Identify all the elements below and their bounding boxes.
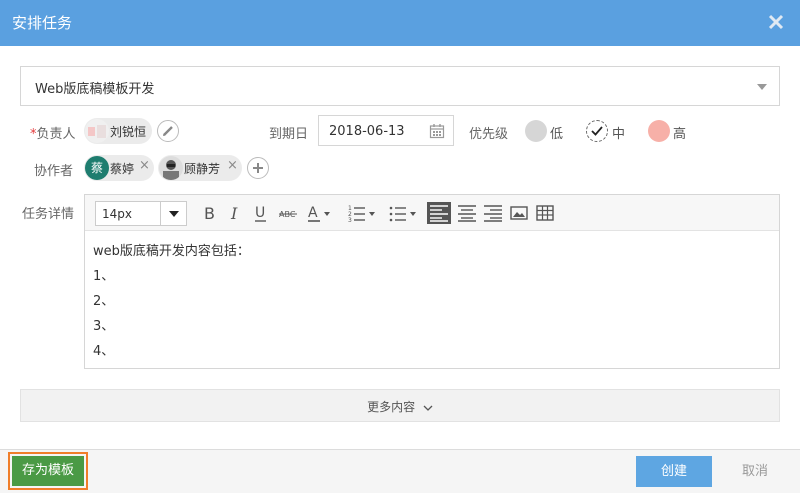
add-collaborator-button[interactable]	[247, 157, 269, 179]
svg-text:U: U	[255, 205, 265, 221]
svg-text:3: 3	[348, 217, 352, 224]
font-size-select[interactable]: 14px	[95, 201, 187, 226]
more-content-text: 更多内容	[21, 398, 779, 415]
bold-icon[interactable]: B	[201, 202, 219, 224]
due-date-label: 到期日	[269, 127, 309, 142]
avatar: 蔡	[85, 156, 109, 180]
priority-medium-label: 中	[612, 127, 626, 142]
pencil-icon	[163, 126, 173, 136]
calendar-icon	[429, 124, 445, 139]
dialog-title: 安排任务	[12, 14, 73, 32]
font-size-value: 14px	[102, 207, 132, 221]
underline-icon[interactable]: U	[252, 202, 270, 224]
chevron-down-icon	[423, 405, 433, 411]
svg-text:A: A	[308, 205, 318, 221]
remove-collaborator-icon[interactable]: ×	[139, 158, 150, 173]
avatar	[85, 119, 109, 143]
check-icon	[591, 126, 603, 136]
dialog-header: 安排任务	[0, 0, 800, 46]
align-right-icon[interactable]	[482, 202, 504, 224]
priority-medium-option[interactable]	[586, 120, 608, 142]
editor-content[interactable]: web版底稿开发内容包括： 1、 2、 3、 4、	[93, 239, 250, 364]
content-line: 4、	[93, 344, 115, 359]
font-color-icon[interactable]: A	[306, 202, 332, 224]
editor-toolbar: 14px B I U ABC A 1 2 3	[85, 195, 779, 231]
more-content-label: 更多内容	[367, 400, 416, 414]
plus-icon	[253, 163, 263, 173]
ordered-list-icon[interactable]: 1 2 3	[347, 202, 377, 224]
content-line: 2、	[93, 294, 115, 309]
svg-text:B: B	[204, 204, 215, 223]
task-name-select[interactable]: Web版底稿模板开发	[20, 66, 780, 106]
priority-label: 优先级	[469, 127, 509, 142]
priority-low-label: 低	[550, 127, 564, 142]
content-line: 3、	[93, 319, 115, 334]
close-icon[interactable]	[766, 12, 786, 32]
bullet-list-icon[interactable]	[388, 202, 418, 224]
cancel-button[interactable]: 取消	[730, 456, 780, 487]
due-date-value: 2018-06-13	[329, 124, 405, 139]
content-line: 1、	[93, 269, 115, 284]
edit-assignee-button[interactable]	[157, 120, 179, 142]
avatar	[159, 156, 183, 180]
svg-text:I: I	[230, 204, 238, 223]
save-as-template-label: 存为模板	[12, 456, 84, 486]
priority-high-label: 高	[673, 127, 687, 142]
content-line: web版底稿开发内容包括：	[93, 244, 250, 259]
chevron-down-icon	[757, 84, 767, 90]
priority-low-option[interactable]	[525, 120, 547, 142]
task-name-value: Web版底稿模板开发	[35, 82, 155, 97]
remove-collaborator-icon[interactable]: ×	[227, 158, 238, 173]
collaborator-chip[interactable]: 顾静芳 ×	[158, 155, 242, 181]
due-date-input[interactable]: 2018-06-13	[318, 115, 454, 146]
more-content-toggle[interactable]: 更多内容	[20, 389, 780, 422]
assignee-name: 刘锐恒	[110, 125, 147, 139]
collaborator-chip[interactable]: 蔡 蔡婷 ×	[84, 155, 154, 181]
assignee-label: *负责人	[30, 127, 76, 142]
strikethrough-icon[interactable]: ABC	[278, 202, 298, 224]
table-icon[interactable]	[534, 202, 556, 224]
create-button[interactable]: 创建	[636, 456, 712, 487]
align-center-icon[interactable]	[456, 202, 478, 224]
align-left-icon[interactable]	[427, 202, 451, 224]
rich-text-editor[interactable]: 14px B I U ABC A 1 2 3 web版底稿开发内容包括： 1、 …	[84, 194, 780, 369]
priority-high-option[interactable]	[648, 120, 670, 142]
assignee-chip[interactable]: 刘锐恒	[84, 118, 152, 144]
details-label: 任务详情	[22, 207, 75, 222]
collaborator-name: 顾静芳	[184, 162, 221, 176]
chevron-down-icon	[160, 202, 186, 225]
save-as-template-button[interactable]: 存为模板	[8, 452, 88, 490]
collaborators-label: 协作者	[34, 164, 74, 179]
image-icon[interactable]	[508, 202, 530, 224]
italic-icon[interactable]: I	[227, 202, 245, 224]
collaborator-name: 蔡婷	[110, 162, 135, 176]
